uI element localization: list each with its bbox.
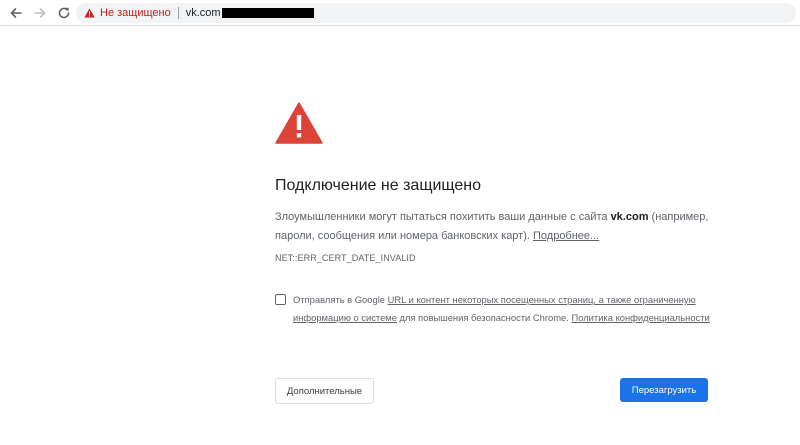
page-title: Подключение не защищено bbox=[275, 177, 482, 194]
url-text: vk.com bbox=[185, 7, 221, 19]
omnibox-divider bbox=[177, 7, 179, 19]
explanation-text: Злоумышленники могут пытаться похитить в… bbox=[275, 208, 715, 246]
optin-text-1: Отправлять в Google bbox=[293, 294, 388, 305]
reload-icon bbox=[58, 7, 70, 19]
learn-more-link[interactable]: Подробнее... bbox=[533, 230, 599, 242]
address-bar[interactable]: Не защищено vk.com bbox=[76, 3, 796, 23]
forward-button[interactable] bbox=[30, 3, 50, 23]
back-button[interactable] bbox=[6, 3, 26, 23]
error-code: NET::ERR_CERT_DATE_INVALID bbox=[275, 253, 416, 263]
reload-button[interactable] bbox=[54, 3, 74, 23]
optin-text: Отправлять в Google URL и контент некото… bbox=[293, 291, 713, 326]
advanced-button[interactable]: Дополнительные bbox=[275, 378, 374, 404]
warning-triangle-icon bbox=[84, 8, 95, 18]
optin-checkbox[interactable] bbox=[275, 294, 286, 305]
warning-triangle-icon bbox=[275, 102, 323, 144]
browser-toolbar: Не защищено vk.com bbox=[0, 0, 800, 26]
explanation-before: Злоумышленники могут пытаться похитить в… bbox=[275, 211, 611, 223]
explanation-domain: vk.com bbox=[610, 211, 649, 223]
arrow-left-icon bbox=[10, 8, 22, 18]
reload-page-button[interactable]: Перезагрузить bbox=[620, 378, 708, 402]
security-label: Не защищено bbox=[100, 7, 171, 19]
privacy-policy-link[interactable]: Политика конфиденциальности bbox=[571, 312, 709, 323]
arrow-right-icon bbox=[34, 8, 46, 18]
url-redaction bbox=[221, 8, 314, 18]
safe-browsing-optin: Отправлять в Google URL и контент некото… bbox=[275, 291, 715, 326]
optin-text-2: для повышения безопасности Chrome. bbox=[396, 311, 572, 323]
security-chip[interactable]: Не защищено bbox=[76, 3, 171, 23]
